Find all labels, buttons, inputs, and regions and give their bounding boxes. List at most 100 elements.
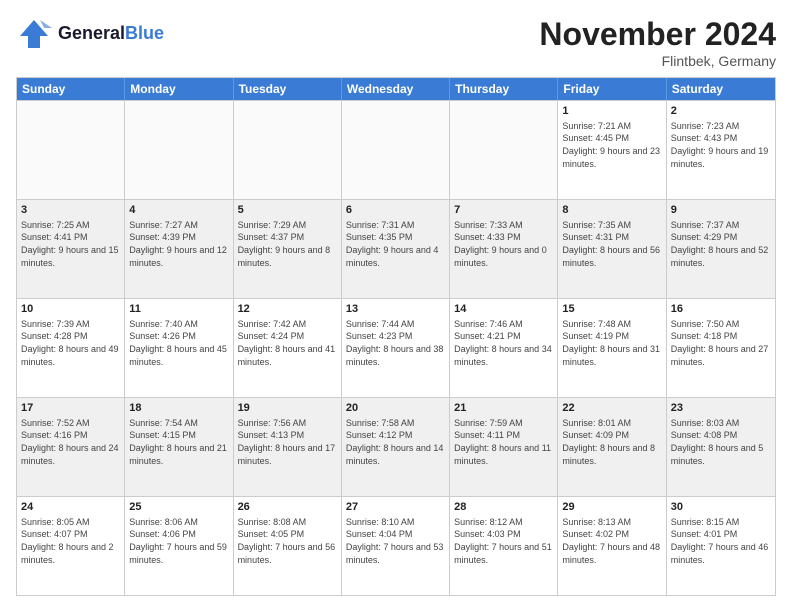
day-number: 11 [129,302,228,317]
day-number: 12 [238,302,337,317]
day-info: Sunrise: 7:35 AM Sunset: 4:31 PM Dayligh… [562,219,661,269]
day-info: Sunrise: 8:13 AM Sunset: 4:02 PM Dayligh… [562,516,661,566]
calendar-row: 24Sunrise: 8:05 AM Sunset: 4:07 PM Dayli… [17,496,775,595]
table-row: 29Sunrise: 8:13 AM Sunset: 4:02 PM Dayli… [558,497,666,595]
table-row [125,101,233,199]
day-info: Sunrise: 7:58 AM Sunset: 4:12 PM Dayligh… [346,417,445,467]
weekday-sunday: Sunday [17,78,125,100]
day-number: 20 [346,401,445,416]
day-info: Sunrise: 8:01 AM Sunset: 4:09 PM Dayligh… [562,417,661,467]
day-info: Sunrise: 7:21 AM Sunset: 4:45 PM Dayligh… [562,120,661,170]
day-number: 9 [671,203,771,218]
table-row [17,101,125,199]
table-row: 17Sunrise: 7:52 AM Sunset: 4:16 PM Dayli… [17,398,125,496]
day-info: Sunrise: 7:37 AM Sunset: 4:29 PM Dayligh… [671,219,771,269]
calendar-row: 10Sunrise: 7:39 AM Sunset: 4:28 PM Dayli… [17,298,775,397]
table-row: 24Sunrise: 8:05 AM Sunset: 4:07 PM Dayli… [17,497,125,595]
day-number: 1 [562,104,661,119]
day-info: Sunrise: 8:10 AM Sunset: 4:04 PM Dayligh… [346,516,445,566]
title-block: November 2024 Flintbek, Germany [539,16,776,69]
day-info: Sunrise: 7:44 AM Sunset: 4:23 PM Dayligh… [346,318,445,368]
table-row: 19Sunrise: 7:56 AM Sunset: 4:13 PM Dayli… [234,398,342,496]
header: GeneralBlue November 2024 Flintbek, Germ… [16,16,776,69]
logo-icon [16,16,52,52]
day-number: 27 [346,500,445,515]
logo-text: GeneralBlue [58,24,164,44]
day-info: Sunrise: 7:23 AM Sunset: 4:43 PM Dayligh… [671,120,771,170]
day-number: 30 [671,500,771,515]
table-row: 1Sunrise: 7:21 AM Sunset: 4:45 PM Daylig… [558,101,666,199]
day-number: 14 [454,302,553,317]
day-info: Sunrise: 8:12 AM Sunset: 4:03 PM Dayligh… [454,516,553,566]
day-info: Sunrise: 8:03 AM Sunset: 4:08 PM Dayligh… [671,417,771,467]
table-row: 4Sunrise: 7:27 AM Sunset: 4:39 PM Daylig… [125,200,233,298]
month-title: November 2024 [539,16,776,53]
day-info: Sunrise: 7:46 AM Sunset: 4:21 PM Dayligh… [454,318,553,368]
table-row: 20Sunrise: 7:58 AM Sunset: 4:12 PM Dayli… [342,398,450,496]
table-row: 25Sunrise: 8:06 AM Sunset: 4:06 PM Dayli… [125,497,233,595]
table-row [342,101,450,199]
weekday-thursday: Thursday [450,78,558,100]
table-row [450,101,558,199]
calendar-row: 3Sunrise: 7:25 AM Sunset: 4:41 PM Daylig… [17,199,775,298]
day-info: Sunrise: 7:59 AM Sunset: 4:11 PM Dayligh… [454,417,553,467]
day-number: 16 [671,302,771,317]
table-row: 2Sunrise: 7:23 AM Sunset: 4:43 PM Daylig… [667,101,775,199]
table-row: 12Sunrise: 7:42 AM Sunset: 4:24 PM Dayli… [234,299,342,397]
table-row: 21Sunrise: 7:59 AM Sunset: 4:11 PM Dayli… [450,398,558,496]
weekday-friday: Friday [558,78,666,100]
logo: GeneralBlue [16,16,164,52]
table-row: 16Sunrise: 7:50 AM Sunset: 4:18 PM Dayli… [667,299,775,397]
table-row: 14Sunrise: 7:46 AM Sunset: 4:21 PM Dayli… [450,299,558,397]
table-row: 7Sunrise: 7:33 AM Sunset: 4:33 PM Daylig… [450,200,558,298]
table-row: 15Sunrise: 7:48 AM Sunset: 4:19 PM Dayli… [558,299,666,397]
day-number: 17 [21,401,120,416]
table-row [234,101,342,199]
day-number: 8 [562,203,661,218]
weekday-wednesday: Wednesday [342,78,450,100]
table-row: 13Sunrise: 7:44 AM Sunset: 4:23 PM Dayli… [342,299,450,397]
day-info: Sunrise: 7:27 AM Sunset: 4:39 PM Dayligh… [129,219,228,269]
day-info: Sunrise: 8:15 AM Sunset: 4:01 PM Dayligh… [671,516,771,566]
day-info: Sunrise: 7:50 AM Sunset: 4:18 PM Dayligh… [671,318,771,368]
table-row: 6Sunrise: 7:31 AM Sunset: 4:35 PM Daylig… [342,200,450,298]
day-info: Sunrise: 7:31 AM Sunset: 4:35 PM Dayligh… [346,219,445,269]
day-number: 19 [238,401,337,416]
day-info: Sunrise: 7:42 AM Sunset: 4:24 PM Dayligh… [238,318,337,368]
table-row: 10Sunrise: 7:39 AM Sunset: 4:28 PM Dayli… [17,299,125,397]
weekday-tuesday: Tuesday [234,78,342,100]
day-number: 15 [562,302,661,317]
day-number: 10 [21,302,120,317]
table-row: 18Sunrise: 7:54 AM Sunset: 4:15 PM Dayli… [125,398,233,496]
day-info: Sunrise: 7:29 AM Sunset: 4:37 PM Dayligh… [238,219,337,269]
day-number: 2 [671,104,771,119]
calendar-row: 1Sunrise: 7:21 AM Sunset: 4:45 PM Daylig… [17,100,775,199]
calendar-body: 1Sunrise: 7:21 AM Sunset: 4:45 PM Daylig… [17,100,775,595]
table-row: 11Sunrise: 7:40 AM Sunset: 4:26 PM Dayli… [125,299,233,397]
calendar: Sunday Monday Tuesday Wednesday Thursday… [16,77,776,596]
day-number: 5 [238,203,337,218]
day-info: Sunrise: 8:08 AM Sunset: 4:05 PM Dayligh… [238,516,337,566]
day-number: 29 [562,500,661,515]
day-number: 25 [129,500,228,515]
day-number: 13 [346,302,445,317]
table-row: 28Sunrise: 8:12 AM Sunset: 4:03 PM Dayli… [450,497,558,595]
page: GeneralBlue November 2024 Flintbek, Germ… [0,0,792,612]
table-row: 30Sunrise: 8:15 AM Sunset: 4:01 PM Dayli… [667,497,775,595]
location: Flintbek, Germany [539,53,776,69]
day-info: Sunrise: 7:48 AM Sunset: 4:19 PM Dayligh… [562,318,661,368]
day-info: Sunrise: 7:40 AM Sunset: 4:26 PM Dayligh… [129,318,228,368]
day-number: 3 [21,203,120,218]
day-info: Sunrise: 7:39 AM Sunset: 4:28 PM Dayligh… [21,318,120,368]
table-row: 8Sunrise: 7:35 AM Sunset: 4:31 PM Daylig… [558,200,666,298]
day-number: 7 [454,203,553,218]
day-info: Sunrise: 7:56 AM Sunset: 4:13 PM Dayligh… [238,417,337,467]
day-info: Sunrise: 8:06 AM Sunset: 4:06 PM Dayligh… [129,516,228,566]
day-number: 26 [238,500,337,515]
day-info: Sunrise: 7:33 AM Sunset: 4:33 PM Dayligh… [454,219,553,269]
weekday-monday: Monday [125,78,233,100]
day-info: Sunrise: 7:54 AM Sunset: 4:15 PM Dayligh… [129,417,228,467]
calendar-row: 17Sunrise: 7:52 AM Sunset: 4:16 PM Dayli… [17,397,775,496]
day-number: 6 [346,203,445,218]
day-info: Sunrise: 8:05 AM Sunset: 4:07 PM Dayligh… [21,516,120,566]
